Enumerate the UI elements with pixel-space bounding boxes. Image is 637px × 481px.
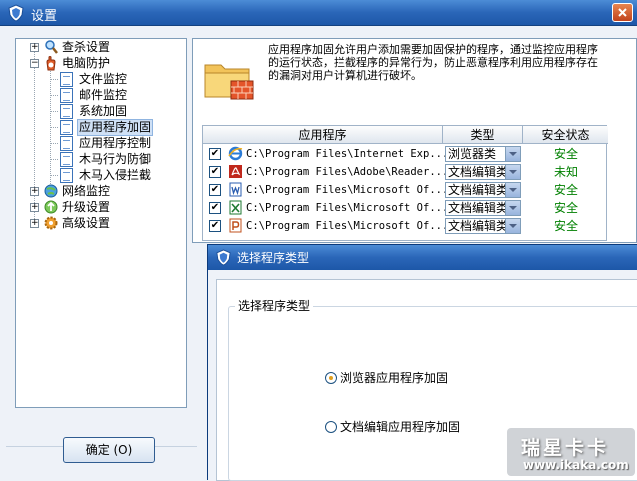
dropdown-arrow-icon[interactable] — [505, 183, 520, 197]
gear-icon — [44, 216, 58, 230]
group-label: 选择程序类型 — [235, 299, 314, 313]
tree-item-pc-protection[interactable]: − 电脑防护 — [30, 55, 180, 72]
update-icon — [44, 200, 58, 214]
dialog-title-bar: 选择程序类型 — [208, 245, 637, 270]
close-icon — [618, 8, 627, 17]
description-text: 应用程序加固允许用户添加需要加固保护的程序，通过监控应用程序的运行状态，拦截程序… — [268, 43, 598, 82]
excel-icon — [229, 200, 242, 215]
radio-document-label[interactable]: 文档编辑应用程序加固 — [340, 420, 460, 434]
pdf-icon — [229, 165, 242, 178]
document-icon — [60, 168, 73, 183]
status-label: 安全 — [553, 147, 578, 161]
expand-icon[interactable]: + — [30, 187, 39, 196]
tree-item-network-monitor[interactable]: + 网络监控 — [30, 183, 180, 200]
table-row[interactable]: ✔ C:\Program Files\Microsoft Of... 文档编辑类… — [203, 199, 608, 217]
ok-button[interactable]: 确定 (O) — [63, 437, 155, 463]
close-button[interactable] — [612, 3, 633, 22]
dropdown-arrow-icon[interactable] — [505, 201, 520, 215]
collapse-icon[interactable]: − — [30, 59, 39, 68]
type-select[interactable]: 浏览器类 — [445, 146, 521, 162]
dialog-title: 选择程序类型 — [237, 251, 310, 265]
app-path: C:\Program Files\Adobe\Reader... — [246, 166, 446, 178]
magnifier-icon — [45, 40, 58, 54]
row-checkbox[interactable]: ✔ — [209, 202, 221, 214]
tree-item-app-hardening[interactable]: 应用程序加固 — [60, 119, 180, 136]
expand-icon[interactable]: + — [30, 203, 39, 212]
title-bar: 设置 — [0, 0, 637, 26]
table-row[interactable]: ✔ C:\Program Files\Microsoft Of... 文档编辑类… — [203, 181, 608, 199]
table-row[interactable]: ✔ C:\Program Files\Adobe\Reader... 文档编辑类… — [203, 163, 608, 181]
settings-tree: + 查杀设置 − 电脑防护 文件监控 邮件监控 系统加固 应用程序加固 应用程序… — [15, 38, 187, 408]
document-icon — [60, 136, 73, 151]
column-header-status[interactable]: 安全状态 — [523, 126, 608, 144]
tree-item-mail-monitor[interactable]: 邮件监控 — [60, 87, 180, 104]
radio-browser-hardening[interactable] — [325, 372, 337, 384]
column-header-type[interactable]: 类型 — [443, 126, 523, 144]
document-icon — [60, 88, 73, 103]
tree-item-scan-settings[interactable]: + 查杀设置 — [30, 39, 180, 56]
table-row[interactable]: ✔ C:\Program Files\Internet Exp... 浏览器类 … — [203, 145, 608, 163]
document-icon — [60, 152, 73, 167]
type-select[interactable]: 文档编辑类 — [445, 164, 521, 180]
tree-item-trojan-behavior[interactable]: 木马行为防御 — [60, 151, 180, 168]
window-title: 设置 — [31, 9, 58, 24]
shield-app-icon — [8, 4, 24, 22]
dropdown-arrow-icon[interactable] — [505, 147, 520, 161]
ie-icon — [228, 146, 243, 161]
tree-item-file-monitor[interactable]: 文件监控 — [60, 71, 180, 88]
watermark-brand: 瑞星卡卡 — [521, 437, 610, 459]
expand-icon[interactable]: + — [30, 43, 39, 52]
status-label: 安全 — [553, 183, 578, 197]
row-checkbox[interactable]: ✔ — [209, 220, 221, 232]
app-path: C:\Program Files\Microsoft Of... — [246, 184, 446, 196]
shield-app-icon — [216, 249, 231, 266]
hand-shield-icon — [46, 56, 56, 71]
app-table: 应用程序 类型 安全状态 ✔ C:\Program Files\Internet… — [202, 125, 608, 241]
column-header-app[interactable]: 应用程序 — [203, 126, 443, 144]
tree-item-system-hardening[interactable]: 系统加固 — [60, 103, 180, 120]
app-path: C:\Program Files\Internet Exp... — [246, 148, 446, 160]
row-checkbox[interactable]: ✔ — [209, 148, 221, 160]
row-checkbox[interactable]: ✔ — [209, 166, 221, 178]
app-hardening-panel: 应用程序加固允许用户添加需要加固保护的程序，通过监控应用程序的运行状态，拦截程序… — [192, 38, 637, 243]
tree-item-trojan-intrusion[interactable]: 木马入侵拦截 — [60, 167, 180, 184]
table-row[interactable]: ✔ C:\Program Files\Microsoft Of... 文档编辑类… — [203, 217, 608, 235]
document-icon — [60, 120, 73, 135]
folder-firewall-icon — [204, 64, 254, 100]
status-label: 安全 — [553, 201, 578, 215]
word-icon — [229, 182, 242, 197]
tree-item-update-settings[interactable]: + 升级设置 — [30, 199, 180, 216]
tree-item-advanced-settings[interactable]: + 高级设置 — [30, 215, 180, 232]
document-icon — [60, 104, 73, 119]
document-icon — [60, 72, 73, 87]
app-path: C:\Program Files\Microsoft Of... — [246, 202, 446, 214]
ppt-icon — [229, 218, 242, 233]
globe-icon — [44, 184, 58, 198]
type-select[interactable]: 文档编辑类 — [445, 200, 521, 216]
type-select[interactable]: 文档编辑类 — [445, 182, 521, 198]
dropdown-arrow-icon[interactable] — [505, 219, 520, 233]
app-path: C:\Program Files\Microsoft Of... — [246, 220, 446, 232]
watermark: 瑞星卡卡 www.ikaka.com — [507, 428, 635, 476]
row-checkbox[interactable]: ✔ — [209, 184, 221, 196]
radio-document-hardening[interactable] — [325, 421, 337, 433]
tree-item-app-control[interactable]: 应用程序控制 — [60, 135, 180, 152]
left-panel: + 查杀设置 − 电脑防护 文件监控 邮件监控 系统加固 应用程序加固 应用程序… — [6, 30, 197, 470]
dropdown-arrow-icon[interactable] — [505, 165, 520, 179]
watermark-url: www.ikaka.com — [523, 458, 629, 472]
status-label: 未知 — [553, 165, 578, 179]
type-select[interactable]: 文档编辑类 — [445, 218, 521, 234]
radio-browser-label[interactable]: 浏览器应用程序加固 — [340, 371, 448, 385]
expand-icon[interactable]: + — [30, 219, 39, 228]
status-label: 安全 — [553, 219, 578, 233]
